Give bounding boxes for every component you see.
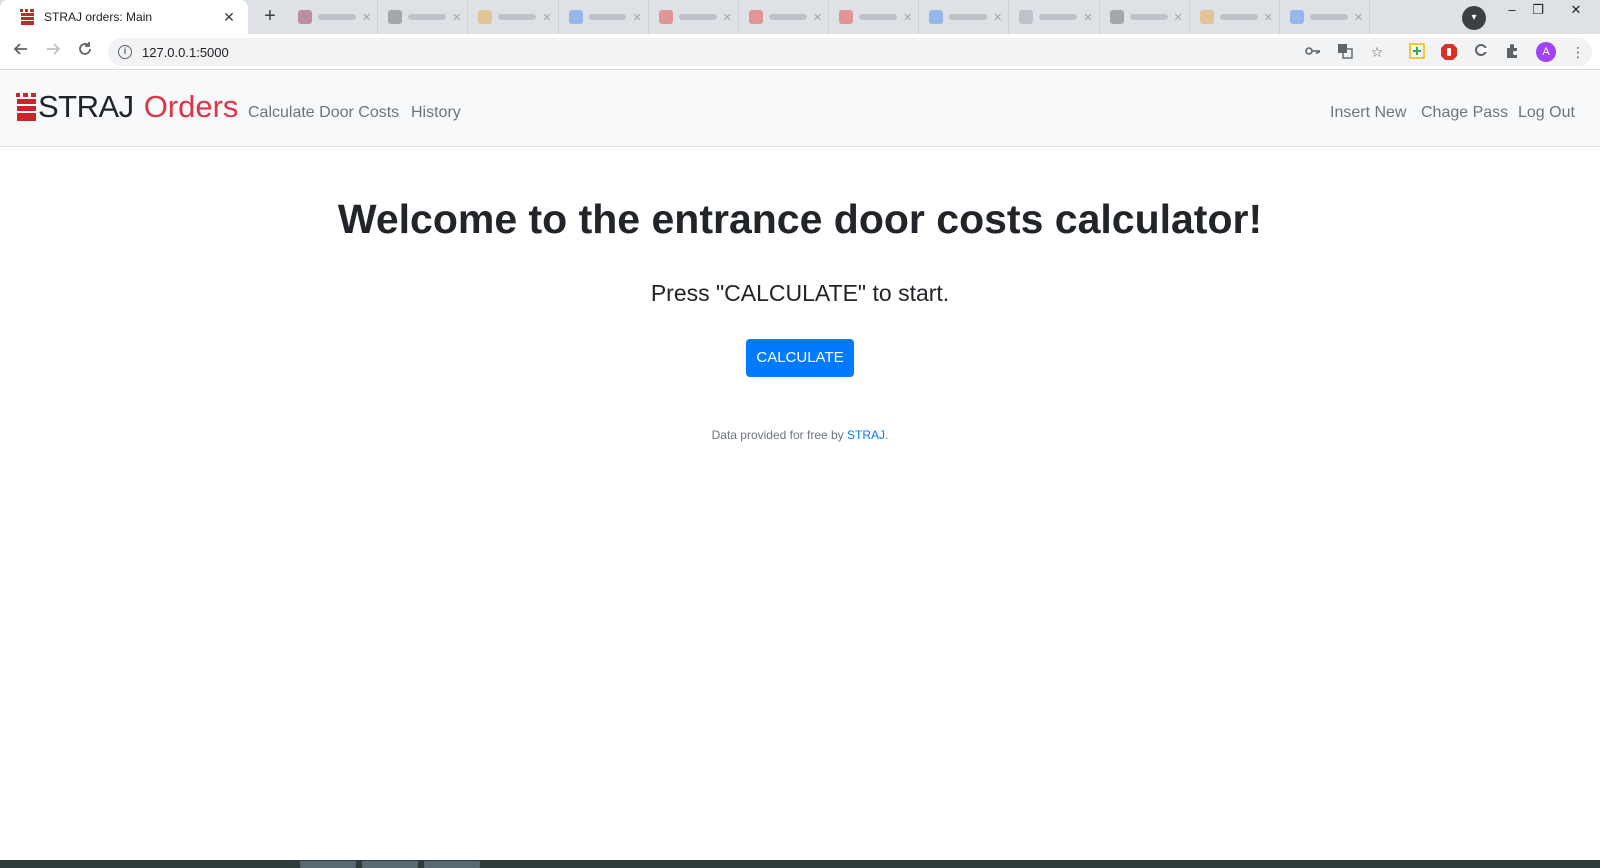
tab-title-placeholder xyxy=(1309,14,1348,20)
url-text: 127.0.0.1:5000 xyxy=(142,44,229,60)
background-tab[interactable]: ✕ xyxy=(1190,0,1280,34)
tab-close-icon[interactable]: ✕ xyxy=(542,11,551,24)
tab-title-placeholder xyxy=(498,14,537,20)
tab-favicon-icon xyxy=(839,10,854,24)
nav-change-pass[interactable]: Chage Pass xyxy=(1421,104,1508,122)
tab-close-icon[interactable]: ✕ xyxy=(903,11,912,24)
back-icon[interactable] xyxy=(10,41,32,63)
background-tab[interactable]: ✕ xyxy=(1009,0,1100,34)
window-close-button[interactable]: ✕ xyxy=(1558,0,1594,22)
tab-favicon-icon xyxy=(929,10,944,24)
tab-active[interactable]: STRAJ orders: Main ✕ xyxy=(0,0,248,34)
tab-favicon-icon xyxy=(1109,10,1124,24)
tab-title-placeholder xyxy=(588,14,627,20)
tab-favicon-icon xyxy=(1199,10,1214,24)
key-icon[interactable] xyxy=(1304,43,1322,61)
background-tab[interactable]: ✕ xyxy=(468,0,559,34)
tab-favicon-icon xyxy=(748,10,763,24)
tab-favicon-icon xyxy=(298,10,312,24)
star-icon[interactable]: ☆ xyxy=(1368,43,1386,61)
background-tab[interactable]: ✕ xyxy=(288,0,379,34)
browser-toolbar: i 127.0.0.1:5000 ☆ A ⋮ xyxy=(0,34,1600,70)
tab-title-placeholder xyxy=(859,14,897,20)
background-tab[interactable]: ✕ xyxy=(559,0,649,34)
tab-close-icon[interactable]: ✕ xyxy=(1264,11,1273,24)
tab-close-icon[interactable]: ✕ xyxy=(632,11,641,24)
nav-log-out[interactable]: Log Out xyxy=(1518,104,1575,122)
tab-close-icon[interactable]: ✕ xyxy=(452,11,461,24)
tab-close-icon[interactable]: ✕ xyxy=(220,9,238,26)
tab-close-icon[interactable]: ✕ xyxy=(723,11,732,24)
tab-title-placeholder xyxy=(318,14,356,20)
new-tab-button[interactable]: + xyxy=(258,6,282,28)
tab-search-icon[interactable]: ▾ xyxy=(1462,6,1486,30)
tab-close-icon[interactable]: ✕ xyxy=(1083,11,1092,24)
tab-title-placeholder xyxy=(408,14,447,20)
straj-favicon-icon xyxy=(20,9,34,25)
taskbar-item[interactable] xyxy=(424,861,480,868)
tab-close-icon[interactable]: ✕ xyxy=(1174,11,1183,24)
site-navbar: STRAJ Orders Calculate Door Costs Histor… xyxy=(0,71,1600,147)
tab-close-icon[interactable]: ✕ xyxy=(813,11,822,24)
tab-favicon-icon xyxy=(658,10,673,24)
tab-favicon-icon xyxy=(1289,10,1304,24)
tab-close-icon[interactable]: ✕ xyxy=(362,11,371,24)
tab-favicon-icon xyxy=(388,10,403,24)
translate-icon[interactable] xyxy=(1336,43,1354,61)
adblock-icon[interactable] xyxy=(1440,43,1458,61)
tab-title-placeholder xyxy=(1219,14,1258,20)
nav-insert-new[interactable]: Insert New xyxy=(1330,104,1406,122)
taskbar-item[interactable] xyxy=(300,861,356,868)
tab-close-icon[interactable]: ✕ xyxy=(1354,11,1363,24)
background-tab[interactable]: ✕ xyxy=(739,0,830,34)
background-tab[interactable]: ✕ xyxy=(1280,0,1371,34)
tab-title-placeholder xyxy=(1129,14,1168,20)
nav-history[interactable]: History xyxy=(411,104,461,122)
info-icon[interactable]: i xyxy=(118,45,132,59)
tab-title-placeholder xyxy=(949,14,988,20)
page-subtitle: Press "CALCULATE" to start. xyxy=(650,280,950,306)
browser-tab-strip: STRAJ orders: Main ✕ + ✕ ✕ ✕ ✕ ✕ ✕ ✕ ✕ ✕ ✕ ✕ ✕ ▾ – … xyxy=(0,0,1600,34)
forward-icon[interactable] xyxy=(42,41,64,63)
restore-button[interactable]: ❐ xyxy=(1520,0,1556,22)
taskbar-item[interactable] xyxy=(362,861,418,868)
footer-suffix: . xyxy=(885,428,889,442)
reload-icon[interactable] xyxy=(74,41,96,63)
extension-plus-icon[interactable] xyxy=(1408,43,1426,61)
tab-title-placeholder xyxy=(1039,14,1078,20)
os-taskbar xyxy=(0,860,1600,868)
background-tab[interactable]: ✕ xyxy=(649,0,739,34)
footer-prefix: Data provided for free by xyxy=(711,428,848,442)
calculate-button[interactable]: CALCULATE xyxy=(746,339,854,377)
tab-favicon-icon xyxy=(568,10,583,24)
page-title: Welcome to the entrance door costs calcu… xyxy=(337,196,1263,242)
background-tab[interactable]: ✕ xyxy=(829,0,920,34)
brand-orders: Orders xyxy=(143,89,239,124)
footer-note: Data provided for free by STRAJ. xyxy=(0,428,1600,442)
background-tab[interactable]: ✕ xyxy=(919,0,1010,34)
tab-title: STRAJ orders: Main xyxy=(44,10,153,24)
brand-name: STRAJ xyxy=(38,89,134,124)
tab-favicon-icon xyxy=(1019,10,1034,24)
background-tab[interactable]: ✕ xyxy=(1100,0,1190,34)
extension-icon[interactable] xyxy=(1472,43,1490,61)
nav-calculate-door-costs[interactable]: Calculate Door Costs xyxy=(248,104,399,122)
straj-logo-icon xyxy=(16,93,36,121)
background-tabs: ✕ ✕ ✕ ✕ ✕ ✕ ✕ ✕ ✕ ✕ ✕ ✕ xyxy=(288,0,1371,34)
menu-icon[interactable]: ⋮ xyxy=(1569,43,1587,61)
tab-title-placeholder xyxy=(678,14,717,20)
straj-link[interactable]: STRAJ xyxy=(847,428,885,442)
tab-title-placeholder xyxy=(768,14,807,20)
puzzle-icon[interactable] xyxy=(1504,43,1522,61)
tab-close-icon[interactable]: ✕ xyxy=(993,11,1002,24)
background-tab[interactable]: ✕ xyxy=(378,0,469,34)
tab-favicon-icon xyxy=(478,10,493,24)
brand-link[interactable]: STRAJ Orders xyxy=(16,89,238,125)
profile-avatar[interactable]: A xyxy=(1536,42,1556,62)
